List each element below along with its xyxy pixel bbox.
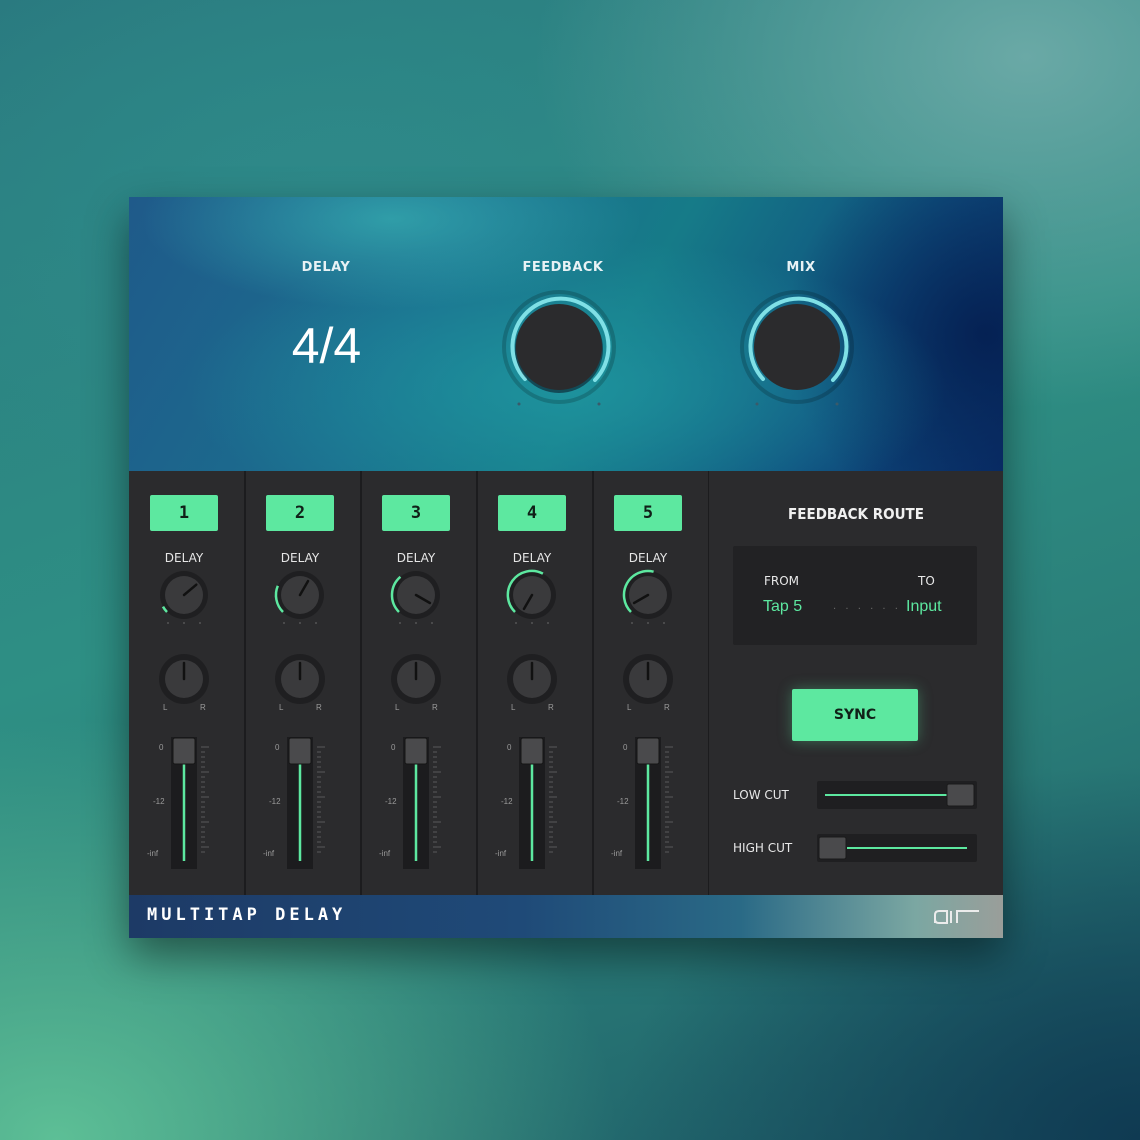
pan-left-label: L (511, 703, 516, 712)
fader-scale-label: -inf (379, 849, 391, 858)
tap-pan-knob[interactable] (388, 653, 444, 709)
pan-right-label: R (548, 703, 554, 712)
fader-scale-label: -inf (263, 849, 275, 858)
tap-strip: 2 DELAY L R 0 -12 -inf (245, 471, 362, 895)
plugin-title: MULTITAP DELAY (147, 905, 347, 925)
fader-scale-label: -inf (611, 849, 623, 858)
sync-button[interactable]: SYNC (792, 689, 918, 741)
from-label: FROM (764, 574, 800, 588)
pan-left-label: L (163, 703, 168, 712)
pan-left-label: L (627, 703, 632, 712)
fader-scale-label: -inf (147, 849, 159, 858)
tap-delay-label: DELAY (164, 551, 204, 565)
route-box: FROM TO Tap 5 · · · · · · Input (733, 546, 977, 645)
pan-left-label: L (395, 703, 400, 712)
low-cut-slider[interactable] (817, 781, 977, 809)
tap-delay-knob[interactable] (388, 569, 444, 625)
fader-scale-label: 0 (507, 743, 512, 752)
tap-button[interactable]: 2 (266, 495, 334, 531)
fader-scale-label: -12 (269, 797, 281, 806)
tap-strip: 3 DELAY L R 0 -12 -inf (361, 471, 478, 895)
mix-knob[interactable] (737, 287, 857, 407)
tap-delay-label: DELAY (512, 551, 552, 565)
tap-delay-knob[interactable] (504, 569, 560, 625)
pan-right-label: R (432, 703, 438, 712)
tap-strips: 1 DELAY L R 0 -12 -inf 2 DELAY L R 0 -12 -inf 3 DELAY L R… (129, 471, 710, 895)
mix-label: MIX (786, 260, 816, 275)
tap-strip: 1 DELAY L R 0 -12 -inf (129, 471, 246, 895)
tap-delay-label: DELAY (280, 551, 320, 565)
tap-delay-knob[interactable] (156, 569, 212, 625)
pan-right-label: R (200, 703, 206, 712)
top-panel: DELAY 4/4 FEEDBACK MIX (129, 197, 1003, 471)
tap-button[interactable]: 4 (498, 495, 566, 531)
tap-level-fader[interactable] (285, 737, 345, 869)
tap-button[interactable]: 5 (614, 495, 682, 531)
pan-left-label: L (279, 703, 284, 712)
route-dots: · · · · · · (833, 604, 901, 615)
fader-scale-label: -12 (617, 797, 629, 806)
fader-scale-label: -12 (385, 797, 397, 806)
tap-level-fader[interactable] (401, 737, 461, 869)
air-logo (933, 907, 983, 929)
tap-button[interactable]: 3 (382, 495, 450, 531)
tap-level-fader[interactable] (517, 737, 577, 869)
tap-delay-knob[interactable] (272, 569, 328, 625)
tap-level-fader[interactable] (169, 737, 229, 869)
feedback-route-title: FEEDBACK ROUTE (788, 505, 924, 523)
pan-right-label: R (664, 703, 670, 712)
to-value[interactable]: Input (906, 598, 942, 616)
low-cut-label: LOW CUT (733, 788, 789, 802)
tap-delay-label: DELAY (628, 551, 668, 565)
pan-right-label: R (316, 703, 322, 712)
tap-level-fader[interactable] (633, 737, 693, 869)
tap-pan-knob[interactable] (620, 653, 676, 709)
tap-strip: 4 DELAY L R 0 -12 -inf (477, 471, 594, 895)
high-cut-label: HIGH CUT (733, 841, 793, 855)
fader-scale-label: -12 (153, 797, 165, 806)
from-value[interactable]: Tap 5 (763, 598, 802, 616)
fader-scale-label: 0 (159, 743, 164, 752)
to-label: TO (918, 574, 935, 588)
delay-label: DELAY (301, 260, 351, 275)
footer-bar: MULTITAP DELAY (129, 895, 1003, 938)
fader-scale-label: -12 (501, 797, 513, 806)
delay-value-display[interactable]: 4/4 (259, 317, 394, 375)
high-cut-slider[interactable] (817, 834, 977, 862)
fader-scale-label: -inf (495, 849, 507, 858)
fader-scale-label: 0 (391, 743, 396, 752)
fader-scale-label: 0 (623, 743, 628, 752)
tap-pan-knob[interactable] (504, 653, 560, 709)
tap-pan-knob[interactable] (156, 653, 212, 709)
tap-delay-knob[interactable] (620, 569, 676, 625)
fader-scale-label: 0 (275, 743, 280, 752)
feedback-label: FEEDBACK (522, 260, 604, 275)
tap-button[interactable]: 1 (150, 495, 218, 531)
feedback-route-panel: FEEDBACK ROUTE FROM TO Tap 5 · · · · · ·… (709, 471, 1003, 895)
feedback-knob[interactable] (499, 287, 619, 407)
tap-pan-knob[interactable] (272, 653, 328, 709)
plugin-window: DELAY 4/4 FEEDBACK MIX 1 DELAY L R 0 -12… (129, 197, 1003, 938)
tap-strip: 5 DELAY L R 0 -12 -inf (593, 471, 710, 895)
tap-delay-label: DELAY (396, 551, 436, 565)
